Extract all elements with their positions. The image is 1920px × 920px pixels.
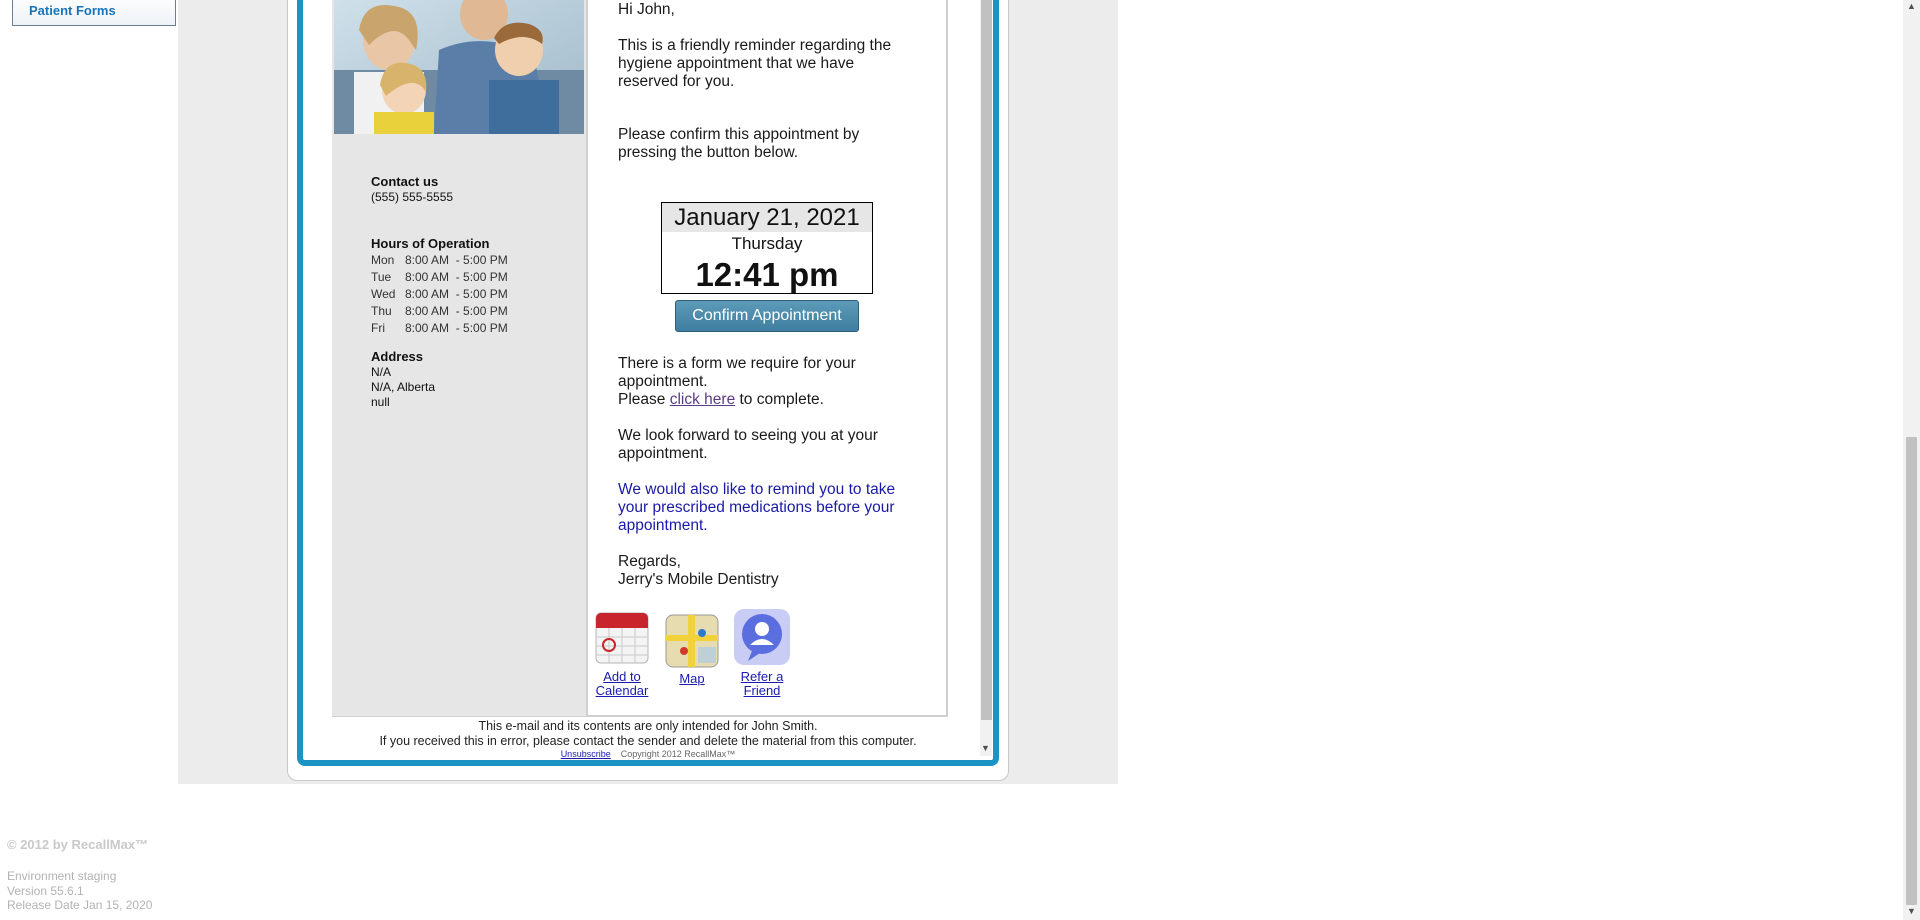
email-footer-links: Unsubscribe Copyright 2012 RecallMax™: [297, 749, 999, 759]
add-to-calendar-link[interactable]: Add to Calendar: [590, 607, 654, 698]
address-section: Address N/A N/A, Alberta null: [371, 349, 435, 410]
hours-time: 8:00 AM - 5:00 PM: [405, 287, 508, 301]
refer-friend-icon: [734, 609, 790, 665]
calendar-label: Add to: [603, 669, 641, 684]
regards-text: Regards,: [618, 553, 681, 570]
contact-phone: (555) 555-5555: [371, 190, 454, 204]
form-text: There is a form we require for your appo…: [618, 355, 918, 409]
refer-label: Friend: [743, 683, 781, 698]
release-date-label: Release Date Jan 15, 2020: [7, 898, 153, 912]
map-label: Map: [679, 671, 705, 686]
look-forward-text: We look forward to seeing you at your ap…: [618, 427, 878, 462]
confirm-prompt: Please confirm this appointment by press…: [618, 126, 860, 161]
contact-heading: Contact us: [371, 174, 439, 189]
refer-label: Refer a: [740, 669, 784, 684]
email-scrollbar-thumb[interactable]: [981, 0, 992, 720]
hours-heading: Hours of Operation: [371, 236, 490, 251]
refer-a-friend-link[interactable]: Refer a Friend: [730, 607, 794, 698]
hours-day: Thu: [371, 304, 392, 318]
hours-time: 8:00 AM - 5:00 PM: [405, 304, 508, 318]
sidebar-item-patient-forms[interactable]: Patient Forms: [12, 0, 176, 26]
address-heading: Address: [371, 349, 424, 364]
unsubscribe-link[interactable]: Unsubscribe: [561, 749, 611, 759]
hours-time: 8:00 AM - 5:00 PM: [405, 253, 508, 267]
family-photo: [334, 0, 584, 134]
address-line: null: [371, 395, 390, 409]
greeting: Hi John,: [618, 1, 675, 18]
scroll-down-icon[interactable]: ▼: [981, 743, 990, 753]
page-scrollbar-thumb[interactable]: [1906, 437, 1917, 905]
hours-day: Wed: [371, 287, 396, 301]
medication-reminder: We would also like to remind you to take…: [618, 481, 896, 534]
hours-row: Mon 8:00 AM - 5:00 PM: [371, 252, 508, 269]
calendar-icon: [595, 612, 649, 664]
error-notice: If you received this in error, please co…: [379, 734, 917, 748]
email-copyright: Copyright 2012 RecallMax™: [620, 749, 736, 759]
practice-name: Jerry's Mobile Dentistry: [618, 571, 779, 588]
hours-time: 8:00 AM - 5:00 PM: [405, 321, 508, 335]
hours-day: Tue: [371, 270, 392, 284]
address-line: N/A: [371, 365, 392, 379]
address-line: N/A, Alberta: [371, 380, 436, 394]
calendar-label: Calendar: [595, 683, 649, 698]
contact-section: Contact us (555) 555-5555: [371, 174, 453, 205]
map-link[interactable]: Map: [662, 613, 722, 686]
form-text-please: Please: [618, 391, 666, 408]
map-icon: [665, 614, 719, 668]
environment-label: Environment staging: [7, 869, 117, 883]
intended-notice: This e-mail and its contents are only in…: [478, 719, 818, 733]
appointment-time: 12:41 pm: [695, 256, 839, 293]
form-link[interactable]: click here: [670, 391, 735, 408]
appointment-date: January 21, 2021: [662, 203, 872, 232]
confirm-appointment-button[interactable]: Confirm Appointment: [675, 300, 859, 332]
hours-time: 8:00 AM - 5:00 PM: [405, 270, 508, 284]
hours-day: Mon: [371, 253, 395, 267]
appointment-day: Thursday: [731, 234, 803, 253]
hours-row: Tue 8:00 AM - 5:00 PM: [371, 269, 508, 286]
reminder-text: This is a friendly reminder regarding th…: [618, 37, 892, 90]
form-text-complete: to complete.: [739, 391, 824, 408]
page-scroll-down-icon[interactable]: ▼: [1907, 906, 1916, 916]
hours-day: Fri: [371, 321, 385, 335]
hours-row: Fri 8:00 AM - 5:00 PM: [371, 320, 508, 337]
page-scroll-up-icon[interactable]: ▲: [1907, 1, 1916, 11]
hours-row: Wed 8:00 AM - 5:00 PM: [371, 286, 508, 303]
hours-section: Hours of Operation Mon 8:00 AM - 5:00 PM …: [371, 236, 508, 337]
hours-row: Thu 8:00 AM - 5:00 PM: [371, 303, 508, 320]
appointment-box: January 21, 2021 Thursday 12:41 pm: [661, 202, 873, 294]
form-text-line: There is a form we require for your appo…: [618, 355, 856, 390]
version-label: Version 55.6.1: [7, 884, 84, 898]
page-copyright: © 2012 by RecallMax™: [7, 837, 149, 852]
